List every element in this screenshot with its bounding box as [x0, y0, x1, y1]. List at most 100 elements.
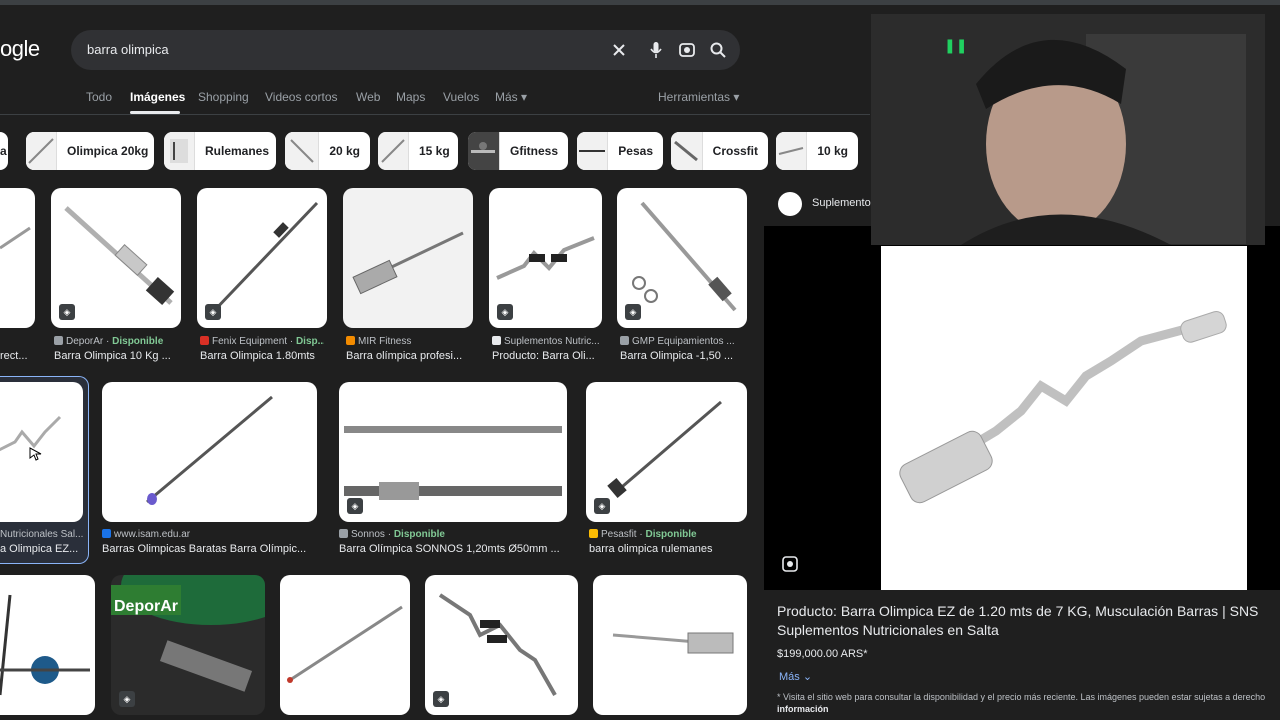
image-card[interactable] [280, 575, 410, 715]
image-card[interactable]: ◈ [489, 188, 602, 328]
favicon-icon [200, 336, 209, 345]
chip-crossfit[interactable]: Crossfit [671, 132, 768, 170]
image-title[interactable]: Barra olímpica profesi... [346, 350, 470, 362]
image-card[interactable] [102, 382, 317, 522]
availability: Disponible [645, 529, 697, 540]
chip-15-kg[interactable]: 15 kg [378, 132, 458, 170]
chip-thumbnail [26, 132, 57, 170]
microphone-icon[interactable] [645, 39, 667, 61]
chip-label: 15 kg [419, 144, 450, 158]
tab-imagenes[interactable]: Imágenes [130, 90, 185, 104]
search-input[interactable]: barra olimpica [87, 42, 169, 57]
source-name: DeporAr [66, 336, 104, 347]
disclaimer-more[interactable]: información [777, 704, 829, 714]
chip-rulemanes[interactable]: Rulemanes [164, 132, 276, 170]
tag-icon: ◈ [347, 498, 363, 514]
window-top-bar [0, 0, 1280, 5]
tab-mas-label: Más [495, 90, 518, 104]
image-source[interactable]: Nutricionales Sal... [0, 529, 84, 540]
favicon-icon [620, 336, 629, 345]
image-source[interactable]: DeporAr · Disponible [54, 336, 179, 347]
tab-maps[interactable]: Maps [396, 90, 425, 104]
image-card[interactable] [593, 575, 747, 715]
google-logo[interactable]: ogle [0, 36, 40, 62]
tag-icon: ◈ [594, 498, 610, 514]
image-title[interactable]: Barra Olímpica SONNOS 1,20mts Ø50mm ... [339, 543, 567, 555]
image-source[interactable]: GMP Equipamientos ... [620, 336, 745, 347]
favicon-icon [589, 529, 598, 538]
image-title[interactable]: Barra Olimpica -1,50 ... [620, 350, 745, 362]
chip-olimpica-20kg[interactable]: Olimpica 20kg [26, 132, 154, 170]
more-button[interactable]: Más ⌄ [779, 670, 812, 683]
chip-20-kg[interactable]: 20 kg [285, 132, 370, 170]
lens-search-icon[interactable] [781, 555, 799, 573]
chip-label: a [0, 144, 7, 158]
chip-thumbnail [468, 132, 500, 170]
chip-gfitness[interactable]: Gfitness [468, 132, 568, 170]
tab-shopping[interactable]: Shopping [198, 90, 249, 104]
chip-label: Rulemanes [205, 144, 270, 158]
tab-mas[interactable]: Más ▾ [495, 90, 527, 104]
chip-label: 20 kg [329, 144, 360, 158]
image-source[interactable]: Pesasfit · Disponible [589, 529, 747, 540]
image-title[interactable]: Producto: Barra Oli... [492, 350, 600, 362]
chip-a[interactable]: a [0, 132, 8, 170]
chip-10-kg[interactable]: 10 kg [776, 132, 858, 170]
image-card[interactable]: ◈ [51, 188, 181, 328]
image-card[interactable]: ◈ [617, 188, 747, 328]
chip-thumbnail [378, 132, 409, 170]
chip-label: Pesas [618, 144, 653, 158]
product-title[interactable]: Producto: Barra Olimpica EZ de 1.20 mts … [777, 602, 1267, 640]
search-icon[interactable] [707, 39, 729, 61]
image-card[interactable] [343, 188, 473, 328]
source-logo[interactable] [778, 192, 802, 216]
disclaimer-text: * Visita el sitio web para consultar la … [777, 692, 1266, 702]
clear-icon[interactable] [608, 39, 630, 61]
disclaimer-note: * Visita el sitio web para consultar la … [777, 691, 1280, 715]
tab-todo[interactable]: Todo [86, 90, 112, 104]
source-name: Pesasfit [601, 529, 637, 540]
chip-thumbnail [577, 132, 609, 170]
image-source[interactable]: MIR Fitness [346, 336, 470, 347]
chip-thumbnail [285, 132, 320, 170]
image-title[interactable]: Barras Olimpicas Baratas Barra Olímpic..… [102, 543, 317, 555]
image-card[interactable]: DeporAr ◈ [111, 575, 265, 715]
search-bar[interactable]: barra olimpica [71, 30, 740, 70]
panel-source-name[interactable]: Suplemento [812, 197, 871, 209]
tag-icon: ◈ [433, 691, 449, 707]
image-source[interactable]: Sonnos · Disponible [339, 529, 567, 540]
image-card[interactable]: ◈ [425, 575, 578, 715]
image-title[interactable]: a Olimpica EZ... [0, 543, 84, 555]
chevron-down-icon: ⌄ [802, 671, 813, 683]
tab-web[interactable]: Web [356, 90, 380, 104]
favicon-icon [492, 336, 501, 345]
image-source[interactable]: www.isam.edu.ar [102, 529, 317, 540]
chevron-down-icon: ▾ [521, 90, 528, 104]
favicon-icon [102, 529, 111, 538]
image-card[interactable] [0, 575, 95, 715]
image-card[interactable] [0, 188, 35, 328]
image-source[interactable]: Suplementos Nutric... [492, 336, 600, 347]
chip-pesas[interactable]: Pesas [577, 132, 663, 170]
image-title[interactable]: Barra Olimpica 1.80mts [200, 350, 324, 362]
source-name: Nutricionales Sal... [0, 529, 84, 540]
image-title[interactable]: rect... [0, 350, 34, 362]
tools-button[interactable]: Herramientas ▾ [658, 90, 739, 104]
tag-icon: ◈ [119, 691, 135, 707]
chip-thumbnail [164, 132, 195, 170]
source-name: Suplementos Nutric... [504, 336, 600, 347]
chip-thumbnail [776, 132, 808, 170]
image-source[interactable]: Fenix Equipment · Disp... [200, 336, 324, 347]
image-card[interactable]: ◈ [339, 382, 567, 522]
image-card[interactable]: ◈ [197, 188, 327, 328]
tab-videos-cortos[interactable]: Videos cortos [265, 90, 338, 104]
image-card[interactable]: ◈ [586, 382, 747, 522]
lens-icon[interactable] [676, 39, 698, 61]
tab-vuelos[interactable]: Vuelos [443, 90, 479, 104]
preview-image[interactable] [881, 246, 1247, 590]
pause-icon: ❚❚ [944, 37, 968, 53]
image-title[interactable]: Barra Olimpica 10 Kg ... [54, 350, 179, 362]
image-card-selected[interactable] [0, 382, 83, 522]
availability: Disp... [295, 336, 324, 347]
image-title[interactable]: barra olimpica rulemanes [589, 543, 747, 555]
